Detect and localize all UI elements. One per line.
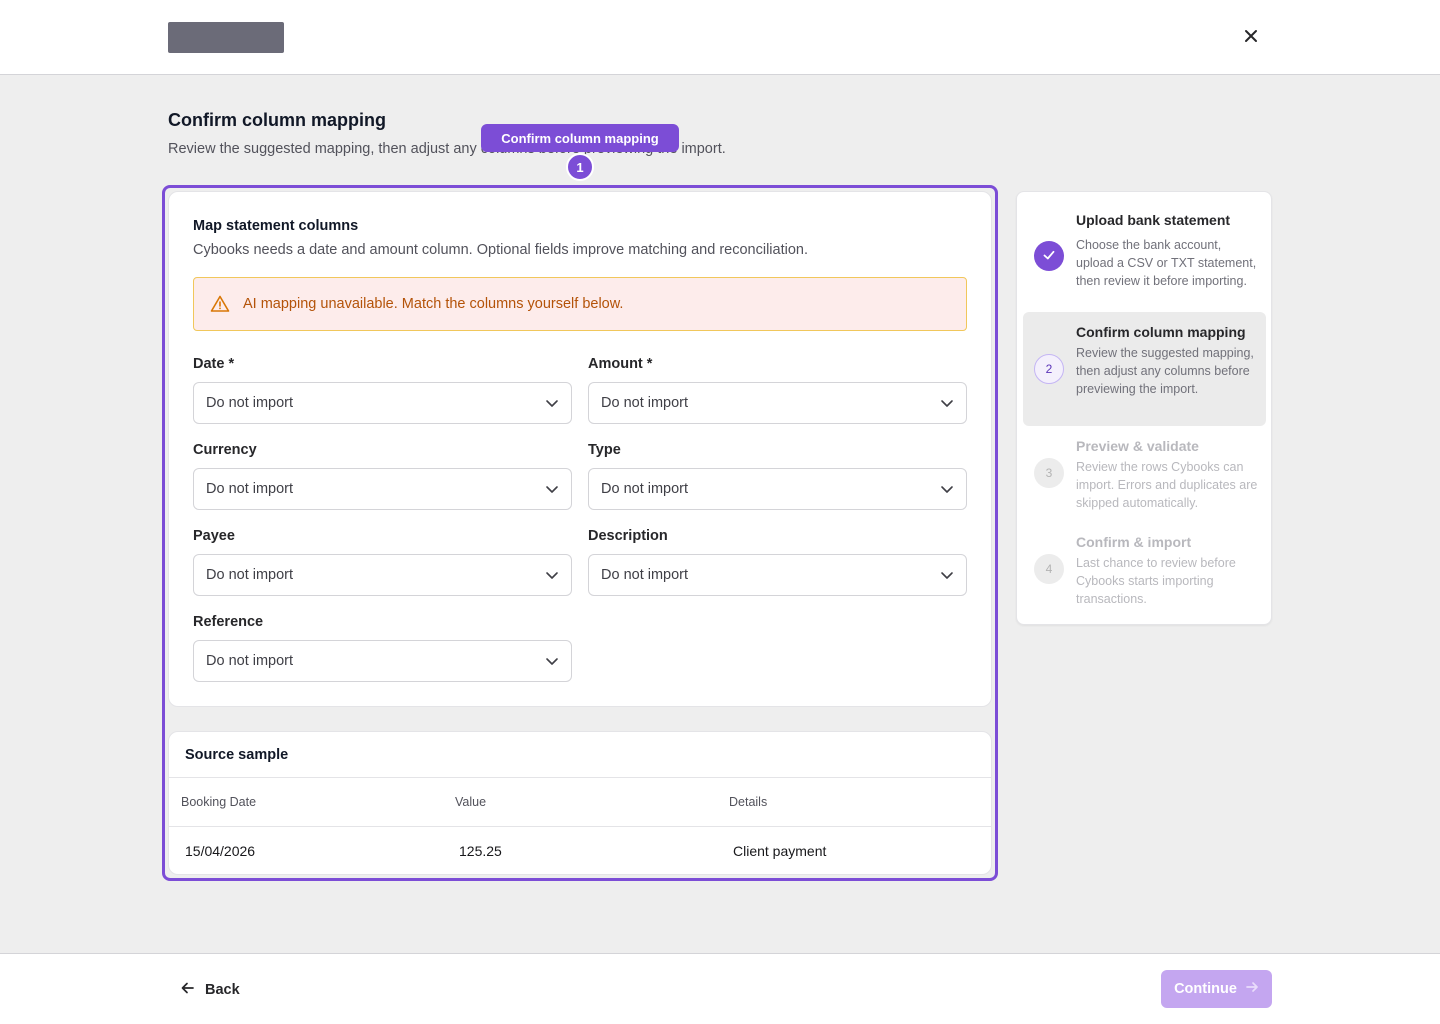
step-preview: 3 Preview & validate Review the rows Cyb…	[1023, 428, 1266, 520]
step-title: Confirm column mapping	[1076, 324, 1246, 340]
arrow-right-icon	[1245, 980, 1259, 998]
step-mapping: 2 Confirm column mapping Review the sugg…	[1023, 312, 1266, 426]
arrow-left-icon	[180, 981, 195, 999]
top-bar	[0, 0, 1440, 75]
step-upload: Upload bank statement Choose the bank ac…	[1023, 198, 1266, 310]
step-description: Review the rows Cybooks can import. Erro…	[1076, 460, 1258, 510]
step-import: 4 Confirm & import Last chance to review…	[1023, 524, 1266, 618]
step-description: Review the suggested mapping, then adjus…	[1076, 346, 1254, 396]
tour-step-number: 1	[566, 153, 594, 181]
step-description: Choose the bank account, upload a CSV or…	[1076, 238, 1257, 288]
continue-button[interactable]: Continue	[1161, 970, 1272, 1008]
step-number-badge: 3	[1034, 458, 1064, 488]
page-title: Confirm column mapping	[168, 110, 386, 130]
close-icon	[1244, 29, 1258, 48]
close-button[interactable]	[1239, 26, 1263, 50]
back-label: Back	[205, 982, 240, 998]
footer-bar: Back Continue	[0, 953, 1440, 1024]
import-stepper: Upload bank statement Choose the bank ac…	[1016, 191, 1272, 625]
tour-callout: Confirm column mapping	[481, 124, 679, 152]
step-description: Last chance to review before Cybooks sta…	[1076, 556, 1236, 606]
back-button[interactable]: Back	[180, 978, 240, 1002]
logo	[168, 22, 284, 53]
continue-label: Continue	[1174, 981, 1237, 997]
step-title: Preview & validate	[1076, 438, 1199, 454]
step-title: Upload bank statement	[1076, 212, 1231, 228]
check-icon	[1042, 248, 1056, 265]
step-number-badge: 4	[1034, 554, 1064, 584]
step-title: Confirm & import	[1076, 534, 1192, 550]
step-complete-badge	[1034, 241, 1064, 271]
tour-highlight	[162, 185, 998, 881]
step-number-badge: 2	[1034, 354, 1064, 384]
